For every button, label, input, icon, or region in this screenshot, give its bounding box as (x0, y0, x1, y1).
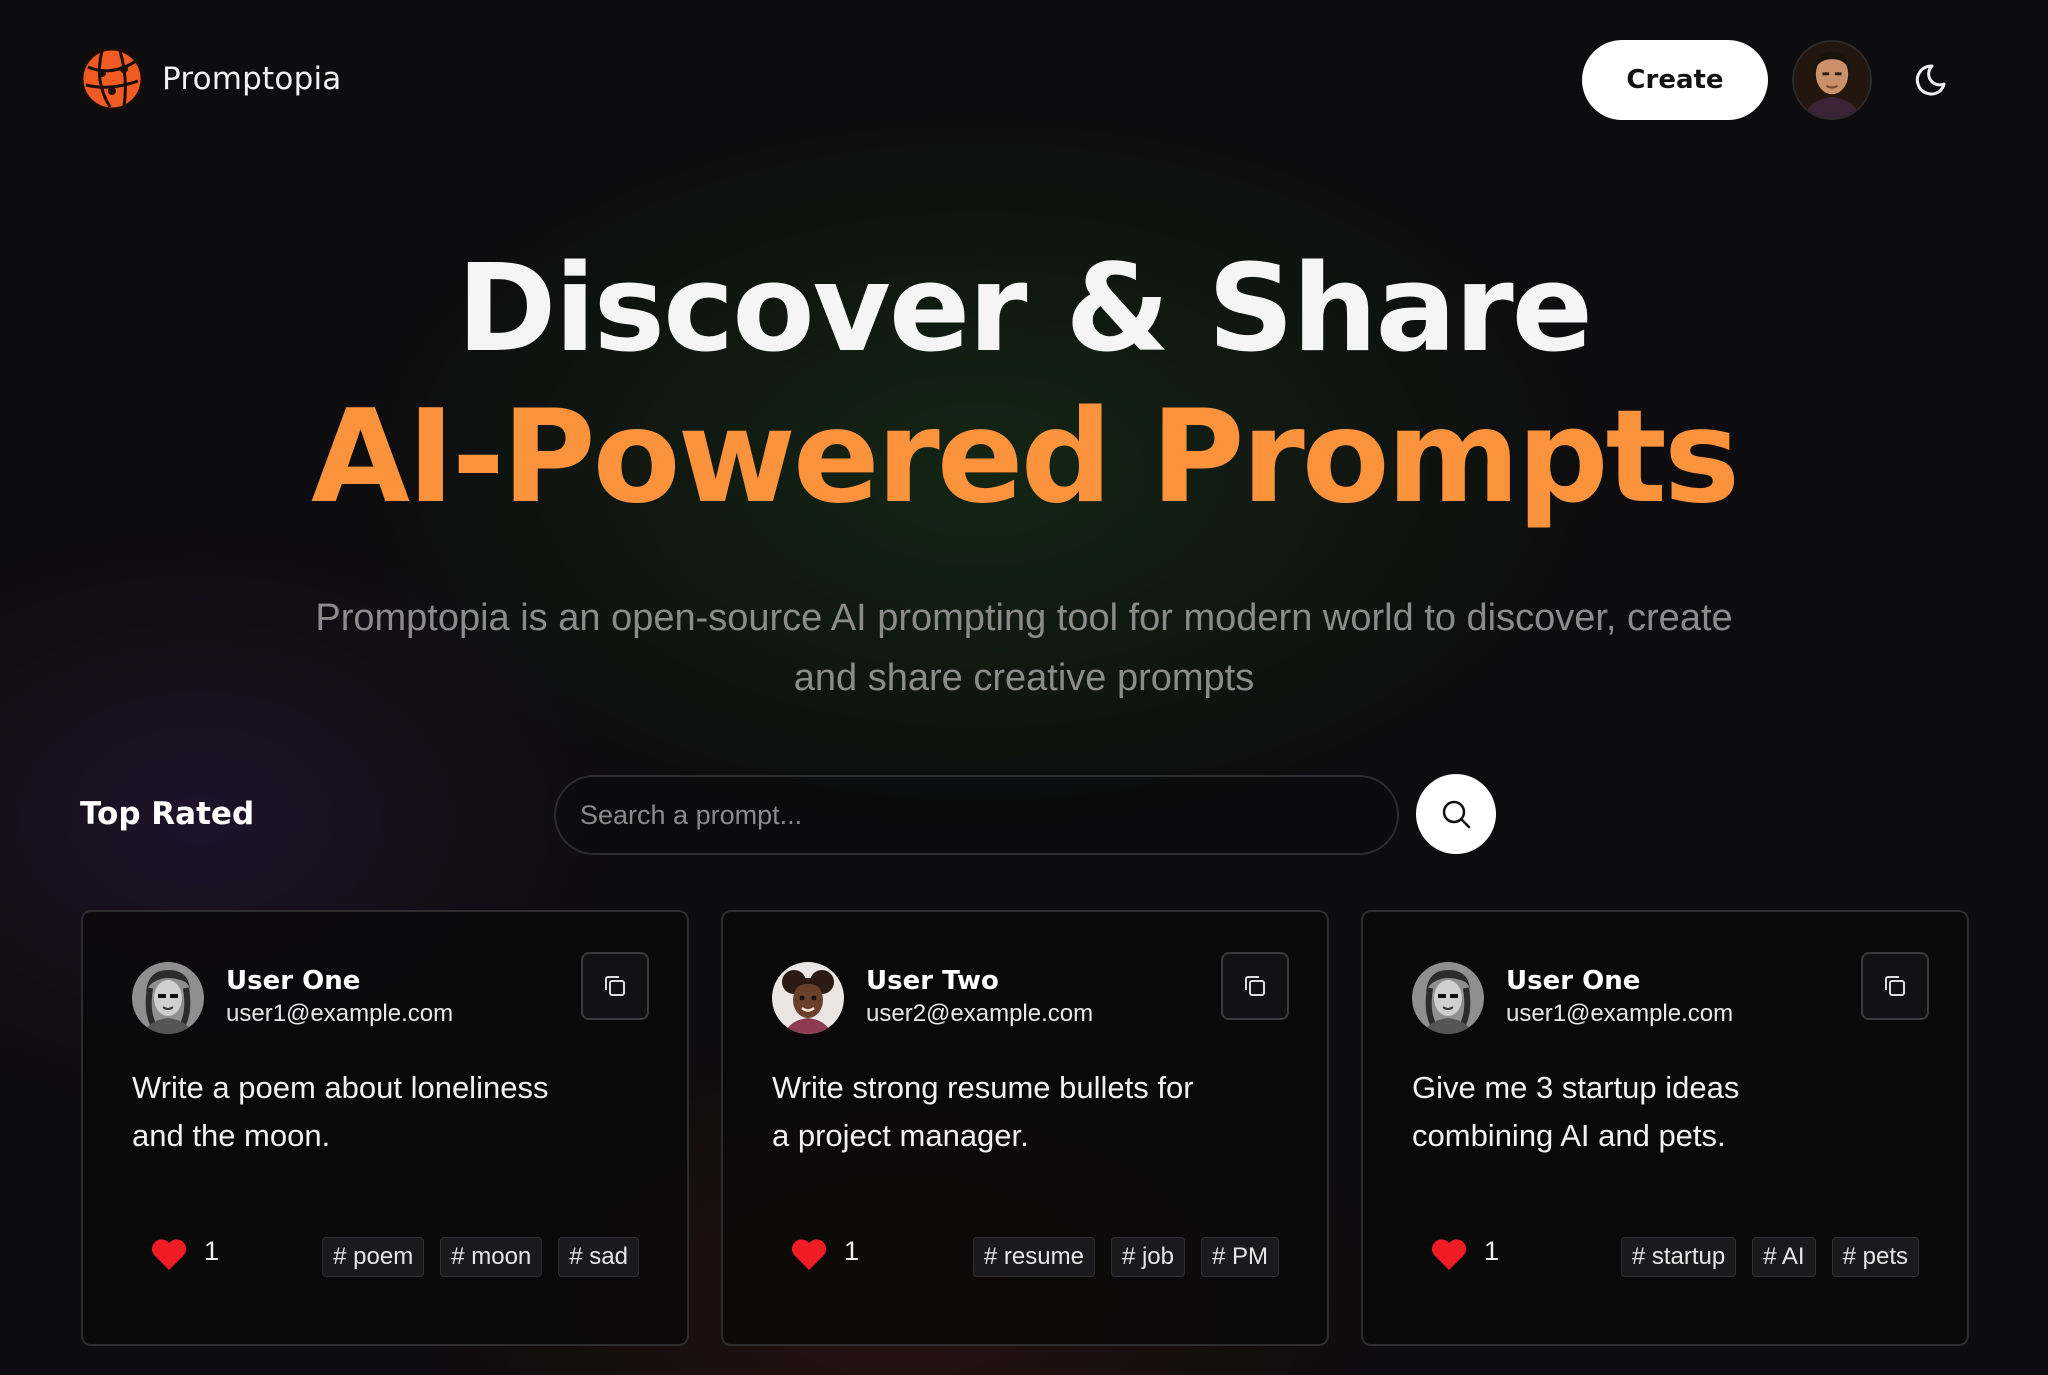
avatar[interactable] (772, 962, 844, 1034)
tag[interactable]: # resume (972, 1237, 1095, 1277)
tag[interactable]: # PM (1200, 1237, 1279, 1277)
search-input[interactable] (554, 775, 1399, 855)
moon-icon[interactable] (1910, 58, 1954, 102)
tag-list: # startup # AI # pets (1620, 1237, 1919, 1277)
hero-subtitle: Promptopia is an open-source AI promptin… (315, 597, 1733, 699)
avatar-image (1412, 962, 1484, 1034)
copy-icon (1885, 976, 1905, 996)
tag-list: # resume # job # PM (972, 1237, 1279, 1277)
copy-button[interactable] (1221, 952, 1289, 1020)
card-prompt-text: Write a poem about loneliness and the mo… (132, 1070, 549, 1153)
prompt-card[interactable]: User One user1@example.com Write a poem … (81, 910, 689, 1346)
avatar[interactable] (132, 962, 204, 1034)
search-button[interactable] (1416, 774, 1496, 854)
like-count: 1 (1484, 1236, 1500, 1266)
avatar-image (132, 962, 204, 1034)
like-count: 1 (204, 1236, 220, 1266)
heart-icon[interactable] (790, 1237, 828, 1271)
tag[interactable]: # startup (1620, 1237, 1737, 1277)
card-user-email: user2@example.com (866, 1000, 1094, 1027)
card-user-email: user1@example.com (1506, 1000, 1734, 1027)
avatar[interactable] (1412, 962, 1484, 1034)
card-prompt-text: Write strong resume bullets for a projec… (772, 1070, 1194, 1153)
like-count: 1 (844, 1236, 860, 1266)
tag[interactable]: # poem (322, 1237, 425, 1277)
copy-icon (1245, 976, 1265, 996)
heart-icon[interactable] (150, 1237, 188, 1271)
user-avatar[interactable] (1792, 40, 1872, 120)
brand-name: Promptopia (162, 61, 342, 97)
heart-icon[interactable] (1430, 1237, 1468, 1271)
logo-icon (80, 47, 144, 111)
create-button[interactable]: Create (1582, 40, 1768, 120)
copy-icon (605, 976, 625, 996)
card-user-name[interactable]: User Two (866, 966, 999, 996)
section-title: Top Rated (80, 796, 255, 832)
avatar-image (772, 962, 844, 1034)
card-user-name[interactable]: User One (1506, 966, 1640, 996)
card-user-name[interactable]: User One (226, 966, 360, 996)
tag[interactable]: # pets (1831, 1237, 1919, 1277)
top-navbar: Promptopia Create (0, 0, 2048, 160)
tag[interactable]: # AI (1752, 1237, 1816, 1277)
brand-link[interactable]: Promptopia (80, 47, 341, 111)
hero-title-accent: AI-Powered Prompts (311, 383, 1740, 532)
avatar-image (1794, 42, 1870, 118)
tag[interactable]: # moon (440, 1237, 543, 1277)
card-prompt-text: Give me 3 startup ideas combining AI and… (1412, 1070, 1740, 1153)
card-user-email: user1@example.com (226, 1000, 454, 1027)
search-icon (1442, 800, 1471, 829)
hero-title: Discover & Share (456, 240, 1593, 379)
tag-list: # poem # moon # sad (322, 1237, 639, 1277)
prompt-card[interactable]: User One user1@example.com Give me 3 sta… (1361, 910, 1969, 1346)
tag[interactable]: # job (1110, 1237, 1185, 1277)
copy-button[interactable] (1861, 952, 1929, 1020)
tag[interactable]: # sad (558, 1237, 639, 1277)
prompt-card[interactable]: User Two user2@example.com Write strong … (721, 910, 1329, 1346)
copy-button[interactable] (581, 952, 649, 1020)
